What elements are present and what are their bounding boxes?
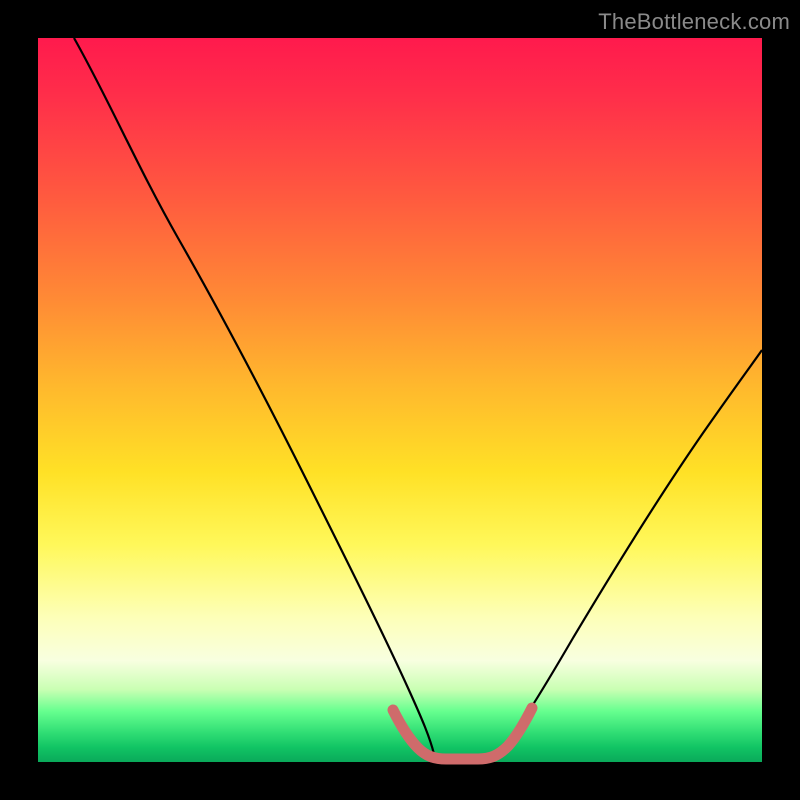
plot-area bbox=[38, 38, 762, 762]
bottom-band bbox=[393, 708, 532, 759]
curves-svg bbox=[38, 38, 762, 762]
left-curve bbox=[74, 38, 434, 754]
watermark-text: TheBottleneck.com bbox=[598, 9, 790, 35]
right-curve bbox=[497, 350, 762, 756]
chart-frame: TheBottleneck.com bbox=[0, 0, 800, 800]
